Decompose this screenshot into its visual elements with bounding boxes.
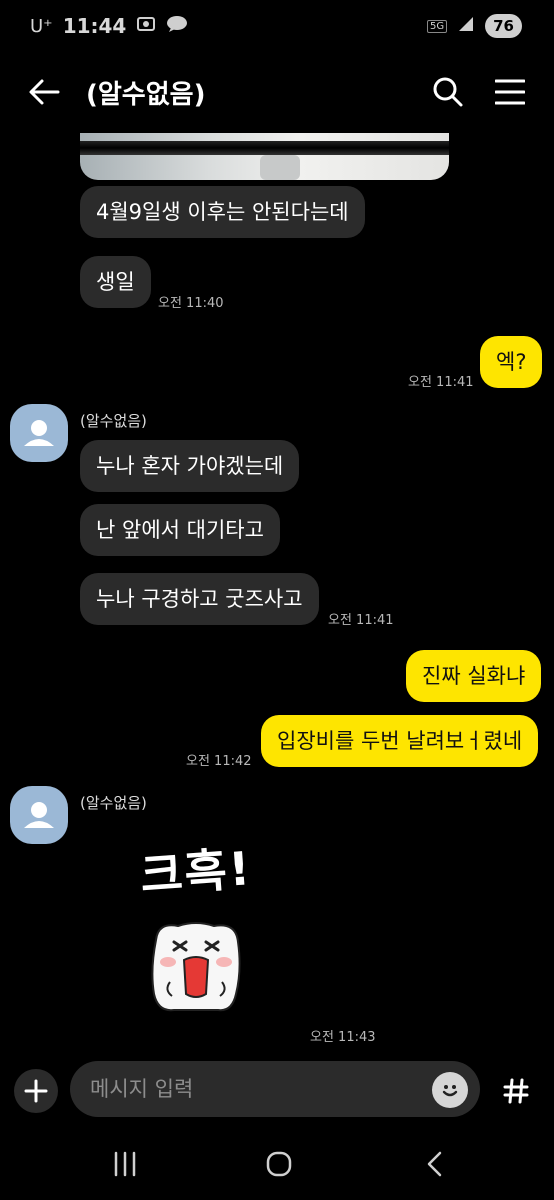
home-button[interactable]: [257, 1146, 301, 1182]
system-back-button[interactable]: [412, 1146, 456, 1182]
incoming-message-bubble[interactable]: 생일: [80, 256, 151, 308]
incoming-message-bubble[interactable]: 누나 혼자 가야겠는데: [80, 440, 300, 492]
status-bar: U⁺ 11:44 5G 76: [0, 0, 554, 56]
incoming-message-bubble[interactable]: 난 앞에서 대기타고: [80, 504, 280, 556]
sticker-caption: 크흑!: [138, 841, 254, 903]
message-list[interactable]: 4월9일생 이후는 안된다는데 생일 오전 11:40 엑? 오전 11:41 …: [0, 128, 554, 1058]
search-button[interactable]: [426, 70, 470, 114]
smiley-icon: [442, 1085, 458, 1097]
message-composer: [0, 1058, 554, 1120]
incoming-message-bubble[interactable]: 누나 구경하고 굿즈사고: [80, 573, 319, 625]
status-left: U⁺ 11:44: [30, 14, 188, 38]
message-timestamp: 오전 11:41: [328, 613, 394, 628]
home-icon: [266, 1151, 292, 1177]
photo-content: [80, 141, 449, 155]
chat-notification-icon: [166, 15, 188, 38]
recent-apps-button[interactable]: [103, 1146, 147, 1182]
message-timestamp: 오전 11:42: [186, 754, 252, 769]
default-profile-icon: [24, 420, 54, 446]
back-button[interactable]: [22, 70, 66, 114]
avatar[interactable]: [10, 404, 68, 462]
message-timestamp: 오전 11:40: [158, 296, 224, 311]
outgoing-message-bubble[interactable]: 입장비를 두번 날려보ㅓ렸네: [261, 715, 539, 767]
chat-header: (알수없음): [0, 56, 554, 128]
chevron-left-icon: [427, 1151, 442, 1177]
default-profile-icon: [24, 802, 54, 828]
incoming-message-bubble[interactable]: 4월9일생 이후는 안된다는데: [80, 186, 365, 238]
search-icon: [433, 77, 463, 107]
emoticon-button[interactable]: [432, 1072, 468, 1108]
crying-character-sticker: [151, 922, 241, 1012]
sender-name: (알수없음): [80, 412, 147, 430]
photo-content-shade: [260, 155, 300, 180]
hashtag-button[interactable]: [494, 1069, 538, 1113]
back-arrow-icon: [29, 79, 60, 105]
clock: 11:44: [62, 14, 127, 38]
system-navigation-bar: [0, 1130, 554, 1200]
chat-title: (알수없음): [86, 80, 206, 110]
network-type: 5G: [427, 19, 448, 33]
message-timestamp: 오전 11:43: [310, 1030, 376, 1045]
sender-name: (알수없음): [80, 794, 147, 812]
plus-icon: [24, 1079, 48, 1103]
carrier-label: U⁺: [30, 15, 53, 37]
status-right: 5G 76: [427, 14, 522, 38]
message-timestamp: 오전 11:41: [408, 375, 474, 390]
battery-level: 76: [485, 14, 522, 38]
recents-icon: [114, 1151, 136, 1177]
message-input[interactable]: [70, 1061, 480, 1117]
outgoing-message-bubble[interactable]: 엑?: [480, 336, 543, 388]
menu-button[interactable]: [488, 70, 532, 114]
attach-button[interactable]: [14, 1069, 58, 1113]
hash-icon: [503, 1078, 529, 1104]
photo-message[interactable]: [80, 133, 449, 180]
avatar[interactable]: [10, 786, 68, 844]
sticker-message[interactable]: 크흑!: [130, 828, 254, 1028]
outgoing-message-bubble[interactable]: 진짜 실화냐: [406, 650, 542, 702]
screenshot-icon: [136, 15, 156, 38]
hamburger-menu-icon: [495, 79, 525, 105]
signal-icon: [457, 15, 475, 37]
